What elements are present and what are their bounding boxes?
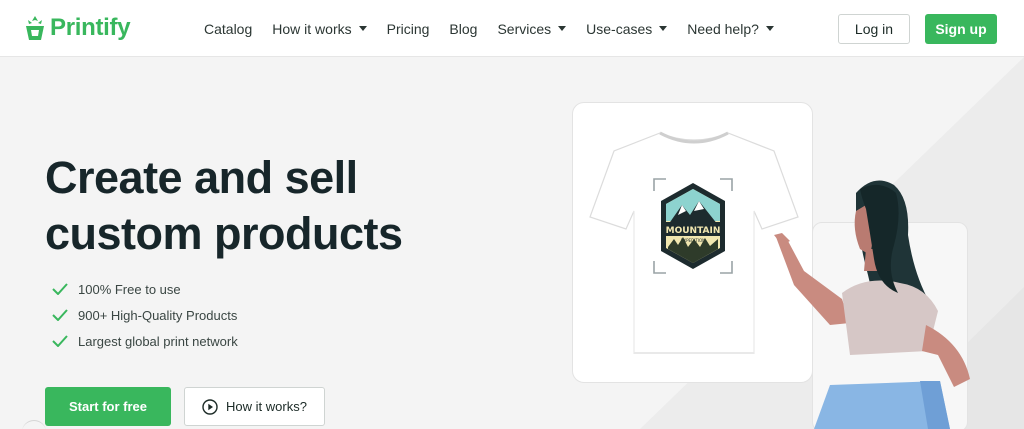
nav-item-label: Pricing bbox=[386, 20, 430, 37]
signup-button[interactable]: Sign up bbox=[925, 14, 997, 44]
list-item: 900+ High-Quality Products bbox=[52, 302, 238, 328]
nav-item-blog[interactable]: Blog bbox=[449, 21, 477, 37]
list-item: Largest global print network bbox=[52, 328, 238, 354]
printify-logo-icon bbox=[26, 16, 44, 40]
list-item: 100% Free to use bbox=[52, 276, 238, 302]
feature-label: Largest global print network bbox=[78, 333, 238, 349]
how-it-works-label: How it works? bbox=[226, 399, 307, 414]
badge-title: MOUNTAIN bbox=[666, 226, 721, 236]
feature-label: 100% Free to use bbox=[78, 281, 181, 297]
how-it-works-button[interactable]: How it works? bbox=[184, 387, 325, 426]
hero-headline: Create and sell custom products bbox=[45, 150, 403, 262]
nav-item-label: Need help? bbox=[687, 20, 759, 37]
nav-item-services[interactable]: Services bbox=[497, 20, 567, 37]
nav-item-label: Blog bbox=[449, 20, 478, 37]
check-icon bbox=[52, 309, 68, 321]
nav-item-label: Catalog bbox=[204, 20, 253, 37]
nav-item-pricing[interactable]: Pricing bbox=[387, 21, 430, 37]
feature-list: 100% Free to use 900+ High-Quality Produ… bbox=[52, 276, 238, 354]
woman-illustration bbox=[774, 180, 970, 429]
top-navigation-bar: Printify Catalog How it works Pricing Bl… bbox=[0, 0, 1024, 57]
check-icon bbox=[52, 283, 68, 295]
nav-item-need-help[interactable]: Need help? bbox=[687, 21, 774, 37]
headline-line-2: custom products bbox=[45, 208, 403, 259]
chevron-down-icon bbox=[558, 26, 567, 31]
nav-item-catalog[interactable]: Catalog bbox=[204, 21, 252, 37]
chevron-down-icon bbox=[765, 26, 774, 31]
nav-item-label: Services bbox=[497, 20, 552, 37]
chevron-down-icon bbox=[659, 26, 668, 31]
nav-item-label: How it works bbox=[272, 20, 352, 37]
nav-item-use-cases[interactable]: Use-cases bbox=[586, 20, 668, 37]
nav-item-how-it-works[interactable]: How it works bbox=[272, 20, 367, 37]
feature-label: 900+ High-Quality Products bbox=[78, 307, 238, 323]
login-button[interactable]: Log in bbox=[838, 14, 910, 44]
play-circle-icon bbox=[202, 398, 218, 415]
check-icon bbox=[52, 335, 68, 347]
start-for-free-button[interactable]: Start for free bbox=[45, 387, 171, 426]
headline-line-1: Create and sell bbox=[45, 152, 358, 203]
main-nav: Catalog How it works Pricing Blog Servic… bbox=[204, 0, 794, 57]
brand-name: Printify bbox=[50, 14, 131, 41]
nav-item-label: Use-cases bbox=[586, 20, 653, 37]
brand-logo[interactable]: Printify bbox=[24, 14, 131, 42]
chevron-down-icon bbox=[358, 26, 367, 31]
